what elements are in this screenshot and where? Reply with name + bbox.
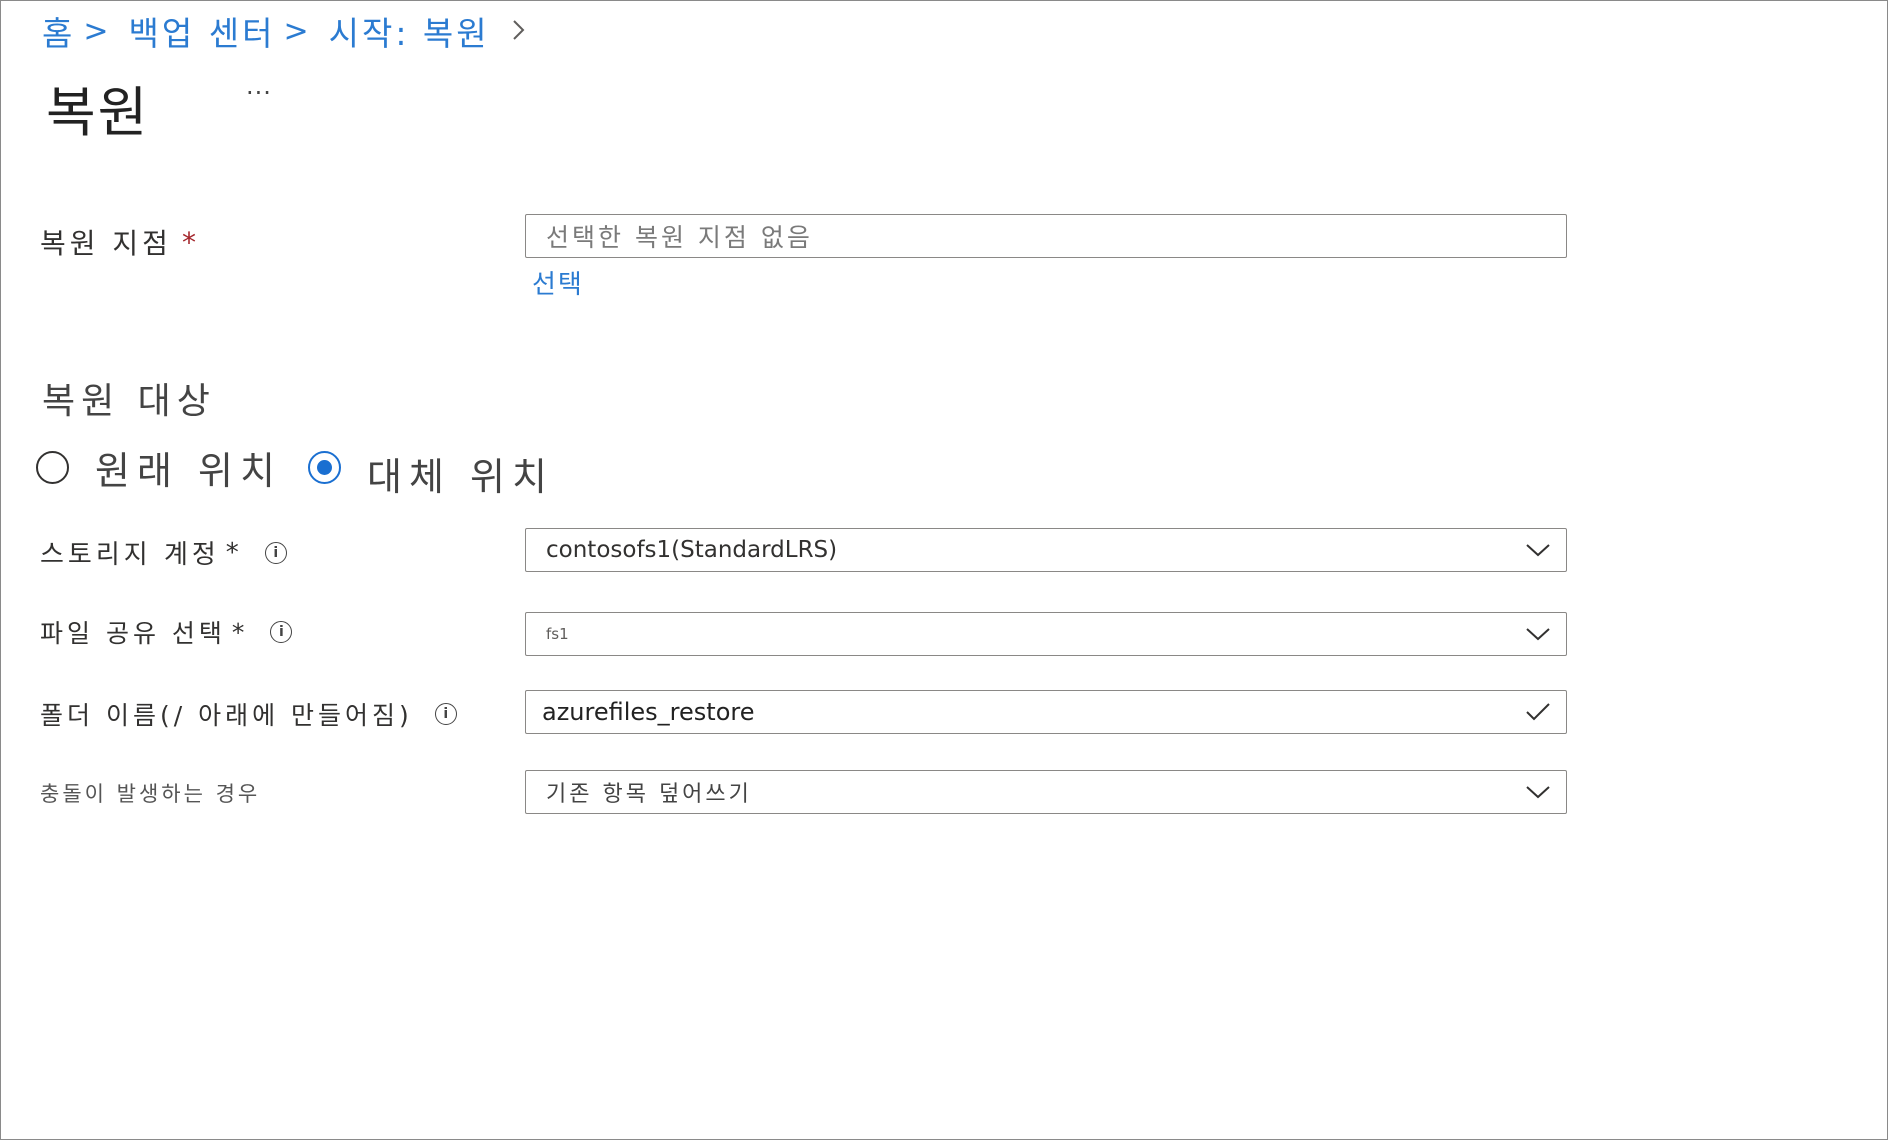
folder-name-input[interactable]: azurefiles_restore: [525, 690, 1567, 734]
restore-point-field[interactable]: 선택한 복원 지점 없음: [525, 214, 1567, 258]
conflict-label-text: 충돌이 발생하는 경우: [40, 782, 261, 806]
radio-original-location[interactable]: 원래 위치: [36, 440, 282, 495]
checkmark-icon: [1510, 690, 1566, 734]
info-icon[interactable]: i: [270, 621, 293, 643]
conflict-value: 기존 항목 덮어쓰기: [546, 782, 752, 807]
select-restore-point-link[interactable]: 선택: [532, 264, 584, 301]
radio-label: 원래 위치: [95, 449, 282, 493]
breadcrumb-home[interactable]: 홈: [42, 7, 75, 55]
folder-name-value: azurefiles_restore: [542, 698, 755, 726]
file-share-value: fs1: [546, 625, 569, 643]
storage-account-label-text: 스토리지 계정: [40, 540, 220, 570]
radio-button-selected[interactable]: [308, 451, 341, 484]
radio-dot: [317, 460, 332, 475]
breadcrumb-separator: >: [283, 13, 309, 49]
chevron-down-icon[interactable]: [1510, 612, 1566, 656]
restore-point-label: 복원 지점 *: [40, 222, 200, 262]
storage-account-value: contosofs1(StandardLRS): [546, 537, 838, 563]
required-indicator: *: [225, 537, 243, 568]
restore-point-label-text: 복원 지점: [40, 227, 172, 260]
folder-name-label-text: 폴더 이름(/ 아래에 만들어짐): [40, 701, 413, 730]
breadcrumb-separator: >: [83, 13, 109, 49]
storage-account-dropdown[interactable]: contosofs1(StandardLRS): [525, 528, 1567, 572]
chevron-down-icon[interactable]: [1510, 770, 1566, 814]
file-share-dropdown[interactable]: fs1: [525, 612, 1567, 656]
chevron-down-icon[interactable]: [1510, 528, 1566, 572]
breadcrumb-backup-center[interactable]: 백업 센터: [129, 7, 276, 55]
more-options-button[interactable]: ...: [246, 72, 272, 100]
radio-label: 대체 위치: [367, 455, 554, 499]
restore-point-placeholder: 선택한 복원 지점 없음: [546, 223, 813, 252]
conflict-dropdown[interactable]: 기존 항목 덮어쓰기: [525, 770, 1567, 814]
conflict-label: 충돌이 발생하는 경우: [40, 778, 260, 808]
info-icon[interactable]: i: [264, 541, 287, 564]
page-title: 복원: [46, 81, 150, 144]
folder-name-label: 폴더 이름(/ 아래에 만들어짐) i: [40, 696, 457, 732]
info-icon[interactable]: i: [434, 703, 457, 725]
required-indicator: *: [181, 225, 200, 259]
required-indicator: *: [231, 617, 249, 647]
radio-button[interactable]: [36, 451, 69, 484]
restore-target-heading: 복원 대상: [42, 381, 216, 422]
storage-account-label: 스토리지 계정 * i: [40, 534, 287, 571]
breadcrumb: 홈 > 백업 센터 > 시작: 복원: [42, 8, 526, 54]
radio-alternate-location[interactable]: 대체 위치: [308, 446, 554, 501]
chevron-right-icon: [512, 15, 526, 48]
file-share-label-text: 파일 공유 선택: [40, 619, 226, 648]
breadcrumb-start-restore[interactable]: 시작: 복원: [329, 7, 490, 55]
file-share-label: 파일 공유 선택 * i: [40, 614, 293, 650]
